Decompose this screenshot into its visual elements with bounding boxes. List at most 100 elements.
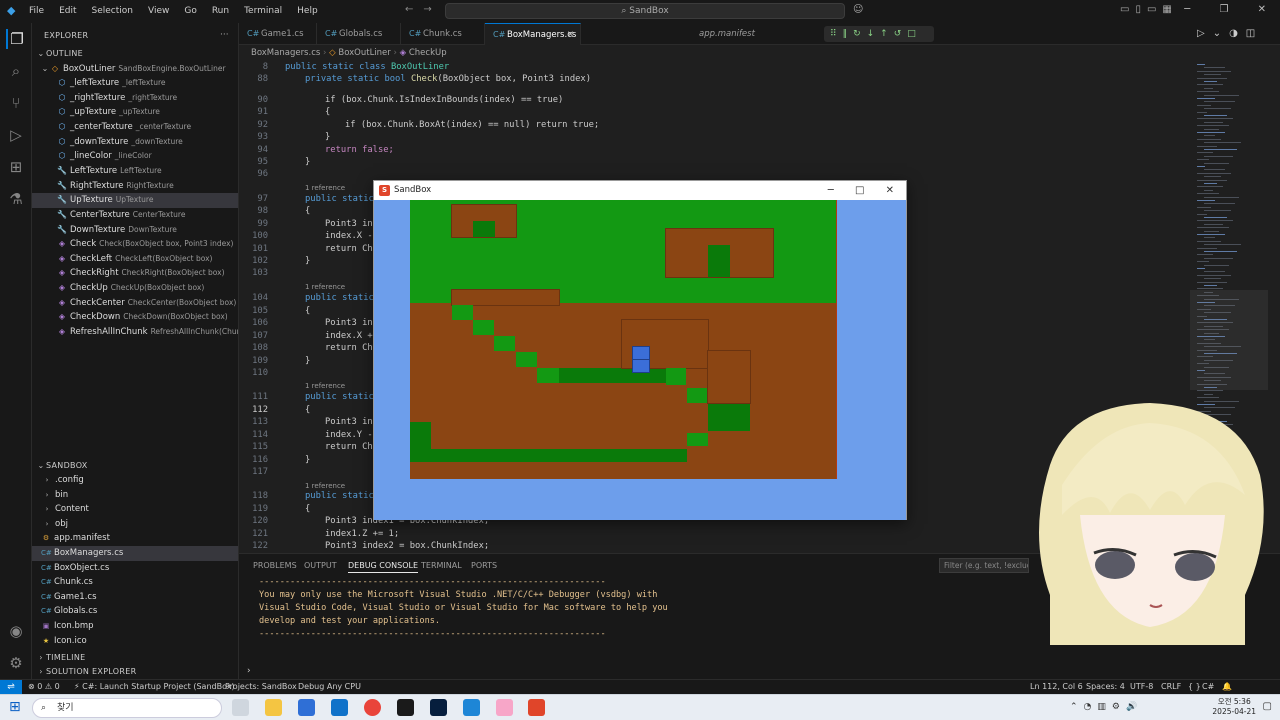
codelens-reference[interactable]: 1 reference <box>305 283 345 291</box>
projects-status[interactable]: Projects: SandBox <box>225 680 297 694</box>
sandbox-title-bar[interactable]: S SandBox ─ □ ✕ <box>374 181 906 200</box>
menu-go[interactable]: Go <box>184 6 196 16</box>
search-icon[interactable]: ⌕ <box>6 61 26 81</box>
file-explorer-icon[interactable] <box>265 699 282 716</box>
tab-chunk[interactable]: C# Chunk.cs <box>401 23 485 45</box>
outline-item[interactable]: ◈ CheckDown CheckDown(BoxObject box) <box>32 310 238 325</box>
tab-boxmanagers[interactable]: C# BoxManagers.cs ✕ <box>485 23 581 45</box>
remote-indicator-icon[interactable]: ⇌ <box>0 680 22 694</box>
outline-root[interactable]: ⌄ ◇ BoxOutLiner SandBoxEngine.BoxOutLiner <box>32 62 238 77</box>
file-tree-item[interactable]: › obj <box>32 517 238 532</box>
testing-icon[interactable]: ⚗ <box>6 189 26 209</box>
windows-start-icon[interactable]: ⊞ <box>9 699 21 715</box>
braces-status[interactable]: { } <box>1188 680 1201 694</box>
store-icon[interactable] <box>298 699 315 716</box>
menu-run[interactable]: Run <box>212 6 229 16</box>
panel-tab-output[interactable]: OUTPUT <box>304 561 337 570</box>
game-canvas[interactable] <box>374 200 906 520</box>
sandbox-header[interactable]: ⌄ SANDBOX <box>36 461 88 470</box>
outline-item[interactable]: 🔧 DownTexture DownTexture <box>32 223 238 238</box>
vscode-taskbar-icon[interactable] <box>463 699 480 716</box>
copilot-icon[interactable]: ☺ <box>853 4 863 15</box>
sandbox-window-controls[interactable]: ─ □ ✕ <box>828 181 894 200</box>
close-tab-icon[interactable]: ✕ <box>567 24 574 46</box>
outline-item[interactable]: ⬡ _leftTexture _leftTexture <box>32 76 238 91</box>
outline-item[interactable]: ◈ CheckUp CheckUp(BoxObject box) <box>32 281 238 296</box>
settings-gear-icon[interactable]: ⚙ <box>6 653 26 673</box>
outline-item[interactable]: ◈ CheckLeft CheckLeft(BoxObject box) <box>32 252 238 267</box>
problems-status[interactable]: ⊗ 0 ⚠ 0 <box>28 680 60 694</box>
debug-toolbar[interactable]: ⠿‖↻↓↑↺□ <box>824 26 934 42</box>
codelens-reference[interactable]: 1 reference <box>305 382 345 390</box>
extensions-icon[interactable]: ⊞ <box>6 157 26 177</box>
file-tree-item[interactable]: C# Globals.cs <box>32 604 238 619</box>
window-controls[interactable]: ─ ❐ ✕ <box>1184 4 1266 15</box>
file-tree-item[interactable]: › bin <box>32 488 238 503</box>
outline-item[interactable]: 🔧 LeftTexture LeftTexture <box>32 164 238 179</box>
taskbar-clock[interactable]: 오전 5:36 2025-04-21 <box>1212 697 1256 717</box>
nav-arrows[interactable]: ←→ <box>405 4 442 15</box>
menu-help[interactable]: Help <box>297 6 318 16</box>
file-tree-item[interactable]: C# BoxObject.cs <box>32 561 238 576</box>
outline-item[interactable]: 🔧 CenterTexture CenterTexture <box>32 208 238 223</box>
menu-edit[interactable]: Edit <box>59 6 76 16</box>
cursor-position[interactable]: Ln 112, Col 6 <box>1030 680 1083 694</box>
eol-status[interactable]: CRLF <box>1161 680 1181 694</box>
encoding-status[interactable]: UTF-8 <box>1130 680 1153 694</box>
breadcrumb-class[interactable]: BoxOutLiner <box>338 48 390 58</box>
run-debug-icon[interactable]: ▷ <box>6 125 26 145</box>
panel-tab-problems[interactable]: PROBLEMS <box>253 561 297 570</box>
outline-item[interactable]: ◈ Check Check(BoxObject box, Point3 index) <box>32 237 238 252</box>
outline-item[interactable]: ⬡ _upTexture _upTexture <box>32 105 238 120</box>
app-icon[interactable] <box>496 699 513 716</box>
minimap-slider[interactable] <box>1190 290 1268 390</box>
panel-tab-terminal[interactable]: TERMINAL <box>421 561 462 570</box>
codelens-reference[interactable]: 1 reference <box>305 184 345 192</box>
bell-icon[interactable]: 🔔 <box>1222 680 1232 694</box>
console-prompt-icon[interactable]: › <box>247 666 251 676</box>
menu-selection[interactable]: Selection <box>92 6 133 16</box>
breadcrumb-file[interactable]: BoxManagers.cs <box>251 48 320 58</box>
task-view-icon[interactable] <box>232 699 249 716</box>
explorer-icon[interactable]: ❐ <box>6 29 26 49</box>
codelens-reference[interactable]: 1 reference <box>305 482 345 490</box>
command-center-search[interactable]: ⌕ SandBox <box>445 3 845 19</box>
outline-item[interactable]: ⬡ _downTexture _downTexture <box>32 135 238 150</box>
file-tree-item[interactable]: C# Chunk.cs <box>32 575 238 590</box>
sandbox-game-window[interactable]: S SandBox ─ □ ✕ <box>373 180 907 520</box>
file-tree-item[interactable]: › .config <box>32 473 238 488</box>
outline-item[interactable]: ⬡ _centerTexture _centerTexture <box>32 120 238 135</box>
file-tree-item[interactable]: › Content <box>32 502 238 517</box>
panel-tab-ports[interactable]: PORTS <box>471 561 497 570</box>
outline-item[interactable]: ◈ CheckCenter CheckCenter(BoxObject box) <box>32 296 238 311</box>
file-tree-item[interactable]: ★ Icon.ico <box>32 634 238 649</box>
layout-toggle-icons[interactable]: ▭▯▭▦ <box>1120 4 1178 15</box>
panel-tab-debug-console[interactable]: DEBUG CONSOLE <box>348 561 419 573</box>
file-tree-item[interactable]: C# Game1.cs <box>32 590 238 605</box>
breadcrumb-method[interactable]: CheckUp <box>409 48 447 58</box>
source-control-icon[interactable]: ⑂ <box>6 93 26 113</box>
taskbar-search[interactable]: ⌕ 찾기 <box>32 698 222 718</box>
indentation-status[interactable]: Spaces: 4 <box>1086 680 1125 694</box>
launch-status[interactable]: ⚡ C#: Launch Startup Project (SandBox) <box>74 680 235 694</box>
outline-item[interactable]: 🔧 RightTexture RightTexture <box>32 179 238 194</box>
outline-item[interactable]: ◈ RefreshAllInChunkRefreshAllInChunk(Chun… <box>32 325 238 340</box>
timeline-header[interactable]: › TIMELINE <box>36 653 85 662</box>
photoshop-icon[interactable] <box>430 699 447 716</box>
tab-game1[interactable]: C# Game1.cs <box>239 23 317 45</box>
system-tray-icons[interactable]: ⌃◔▥⚙🔊 <box>1070 702 1143 712</box>
language-status[interactable]: C# <box>1202 680 1214 694</box>
menu-view[interactable]: View <box>148 6 169 16</box>
chrome-icon[interactable] <box>364 699 381 716</box>
solution-explorer-header[interactable]: › SOLUTION EXPLORER <box>36 667 136 676</box>
outlook-icon[interactable] <box>331 699 348 716</box>
tab-app-manifest[interactable]: app.manifest <box>689 23 779 45</box>
file-tree-item[interactable]: ⚙ app.manifest <box>32 531 238 546</box>
sandbox-taskbar-icon[interactable] <box>528 699 545 716</box>
tab-globals[interactable]: C# Globals.cs <box>317 23 401 45</box>
outline-item[interactable]: ◈ CheckRight CheckRight(BoxObject box) <box>32 266 238 281</box>
editor-actions[interactable]: ▷⌄◑◫ <box>1197 28 1263 39</box>
outline-item[interactable]: ⬡ _rightTexture _rightTexture <box>32 91 238 106</box>
more-actions-icon[interactable]: ··· <box>220 30 229 40</box>
app-icon[interactable] <box>397 699 414 716</box>
